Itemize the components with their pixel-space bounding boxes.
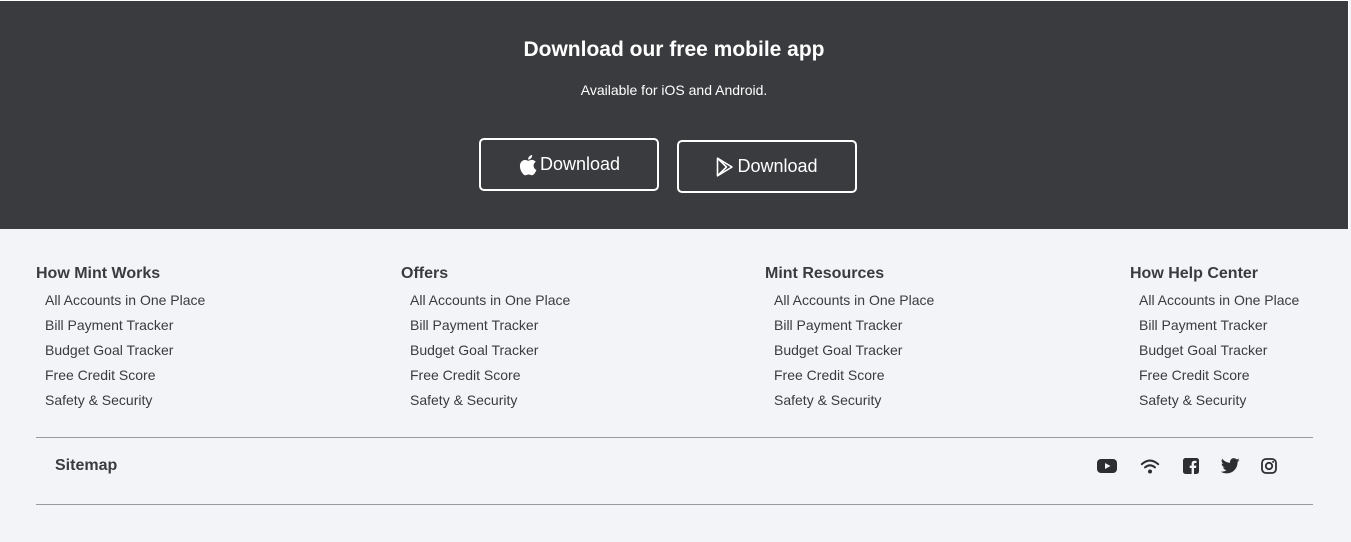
banner-subtitle: Available for iOS and Android. [580,82,768,98]
app-download-banner: Download our free mobile app Available f… [0,0,1349,229]
footer-link[interactable]: Safety & Security [410,391,570,416]
footer-column-how-mint-works: How Mint Works All Accounts in One Place… [36,265,205,416]
android-download-label: Download [737,156,818,176]
footer-link[interactable]: Budget Goal Tracker [410,341,570,366]
footer-column-title: How Help Center [1130,265,1259,282]
footer-link[interactable]: All Accounts in One Place [45,291,205,316]
footer-divider-bottom [36,504,1313,505]
ios-download-label: Download [539,154,621,174]
footer-divider-top [36,437,1313,438]
footer-link-list: All Accounts in One Place Bill Payment T… [36,291,205,416]
footer-column-mint-resources: Mint Resources All Accounts in One Place… [765,265,934,416]
footer-column-title: Mint Resources [765,265,885,282]
footer-link[interactable]: Safety & Security [1139,391,1299,416]
youtube-icon[interactable] [1097,457,1117,475]
google-play-icon [716,156,734,177]
ios-download-button[interactable]: Download [479,138,659,191]
footer-link[interactable]: Free Credit Score [410,366,570,391]
footer-link[interactable]: Budget Goal Tracker [1139,341,1299,366]
apple-icon [518,154,537,176]
footer-link[interactable]: All Accounts in One Place [774,291,934,316]
footer-link-list: All Accounts in One Place Bill Payment T… [765,291,934,416]
footer-link-list: All Accounts in One Place Bill Payment T… [1130,291,1299,416]
footer-link[interactable]: Budget Goal Tracker [45,341,205,366]
twitter-icon[interactable] [1220,457,1240,475]
footer-link-list: All Accounts in One Place Bill Payment T… [401,291,570,416]
footer-column-how-help-center: How Help Center All Accounts in One Plac… [1130,265,1299,416]
footer-link[interactable]: Safety & Security [774,391,934,416]
footer-link[interactable]: Safety & Security [45,391,205,416]
footer-column-title: How Mint Works [36,265,161,282]
footer-link[interactable]: Free Credit Score [45,366,205,391]
wifi-icon[interactable] [1140,457,1160,475]
footer-link[interactable]: Budget Goal Tracker [774,341,934,366]
android-download-button[interactable]: Download [677,140,857,193]
footer-link[interactable]: All Accounts in One Place [1139,291,1299,316]
footer-link[interactable]: Free Credit Score [774,366,934,391]
footer-link[interactable]: Bill Payment Tracker [410,316,570,341]
footer-column-title: Offers [401,265,449,282]
sitemap-link[interactable]: Sitemap [55,457,117,475]
instagram-icon[interactable] [1259,457,1279,475]
footer-column-offers: Offers All Accounts in One Place Bill Pa… [401,265,570,416]
footer-link[interactable]: Free Credit Score [1139,366,1299,391]
facebook-icon[interactable] [1181,457,1201,475]
banner-title: Download our free mobile app [523,38,825,61]
footer-link[interactable]: All Accounts in One Place [410,291,570,316]
footer-link[interactable]: Bill Payment Tracker [45,316,205,341]
footer-link[interactable]: Bill Payment Tracker [1139,316,1299,341]
footer-link[interactable]: Bill Payment Tracker [774,316,934,341]
